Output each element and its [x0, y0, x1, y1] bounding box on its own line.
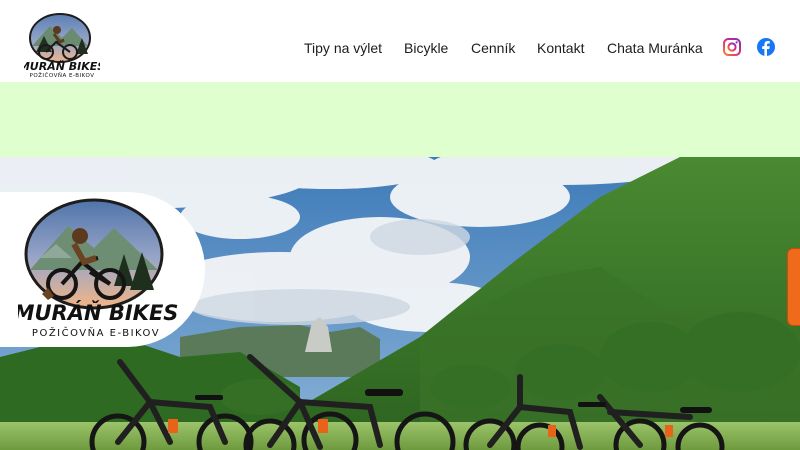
- facebook-link[interactable]: [756, 37, 776, 57]
- main-nav: Tipy na výlet Bicykle Cenník Kontakt Cha…: [0, 38, 800, 58]
- nav-item-bicykle[interactable]: Bicykle: [404, 38, 448, 58]
- hero-logo: MURÁŇ BIKES POŽIČOVŇA E-BIKOV: [14, 198, 178, 340]
- instagram-link[interactable]: [722, 37, 742, 57]
- nav-item-tipy-na-vylet[interactable]: Tipy na výlet: [304, 38, 382, 58]
- nav-item-chata-muranka[interactable]: Chata Muránka: [607, 38, 703, 58]
- instagram-icon: [723, 38, 741, 56]
- logo-text: MURÁŇ BIKES: [24, 59, 100, 73]
- brand-name: MURÁŇ BIKES: [18, 300, 178, 325]
- side-widget-tab[interactable]: [787, 248, 800, 326]
- logo-tagline: POŽIČOVŇA E-BIKOV: [30, 71, 95, 78]
- brand-logo-icon: MURÁŇ BIKES POŽIČOVŇA E-BIKOV: [14, 198, 178, 339]
- site-header: MURÁŇ BIKES POŽIČOVŇA E-BIKOV Tipy na vý…: [0, 0, 800, 82]
- announcement-band: [0, 82, 800, 157]
- nav-item-kontakt[interactable]: Kontakt: [537, 38, 584, 58]
- brand-tagline: POŽIČOVŇA E-BIKOV: [32, 326, 160, 339]
- facebook-icon: [757, 38, 775, 56]
- nav-item-cennik[interactable]: Cenník: [471, 38, 515, 58]
